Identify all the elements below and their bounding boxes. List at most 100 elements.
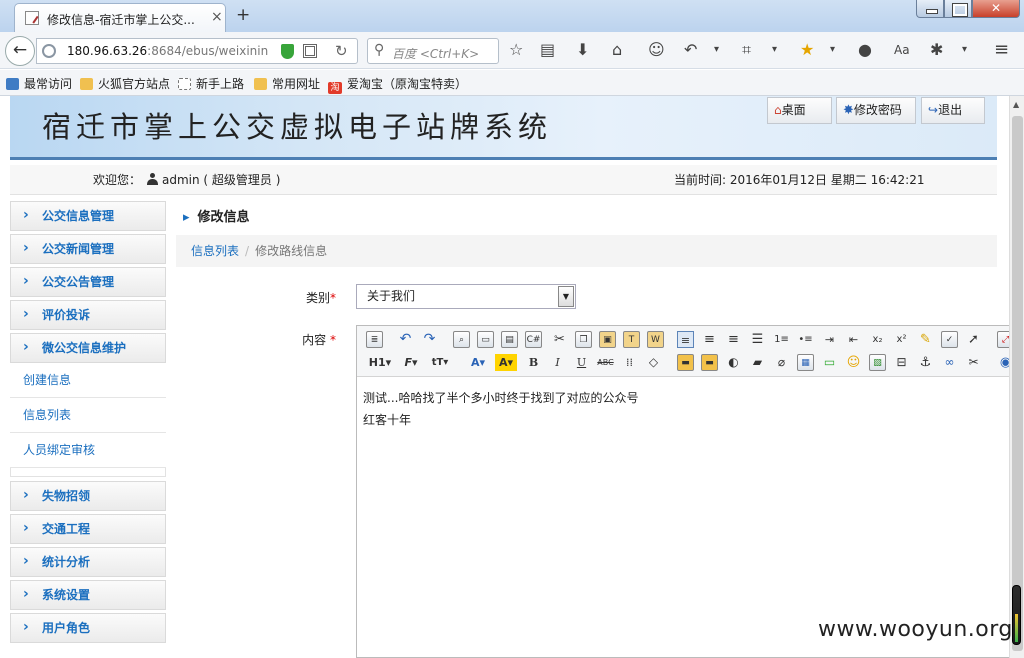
scroll-up-icon[interactable]: ▲ — [1013, 100, 1019, 109]
breadcrumb-link-info-list[interactable]: 信息列表 — [191, 244, 239, 258]
template-icon[interactable]: ▤ — [501, 331, 518, 348]
superscript-icon[interactable]: x² — [893, 331, 910, 348]
underline-icon[interactable]: U — [573, 354, 590, 371]
menu-complaints[interactable]: 评价投诉 — [10, 300, 166, 330]
pointer-icon[interactable]: ➚ — [965, 331, 982, 348]
window-minimize-button[interactable] — [916, 0, 944, 18]
ordered-list-icon[interactable]: 1≡ — [773, 331, 790, 348]
chat-bubble-icon[interactable]: ● — [858, 41, 872, 59]
reload-icon[interactable]: ↻ — [335, 42, 348, 60]
flash-icon[interactable]: ◐ — [725, 354, 742, 371]
menu-user-roles[interactable]: 用户角色 — [10, 613, 166, 643]
align-center-icon[interactable]: ≡ — [701, 331, 718, 348]
dropdown-arrow-icon[interactable]: ▾ — [962, 41, 967, 59]
horizontal-rule-icon[interactable]: ⁞⁞ — [621, 354, 638, 371]
bookmark-most-visited[interactable]: 最常访问 — [6, 75, 72, 92]
copy-icon[interactable]: ❐ — [575, 331, 592, 348]
smiley-icon[interactable]: ☺ — [845, 354, 862, 371]
cut-icon[interactable]: ✂ — [551, 331, 568, 348]
qr-code-icon[interactable] — [303, 44, 317, 58]
heading-dropdown-icon[interactable]: H1▾ — [365, 354, 395, 371]
insert-row-icon[interactable]: ▭ — [821, 354, 838, 371]
bookmark-common-sites[interactable]: 常用网址 — [254, 75, 320, 92]
font-size-dropdown-icon[interactable]: tT▾ — [427, 354, 453, 371]
align-left-icon[interactable]: ≡ — [677, 331, 694, 348]
select-all-icon[interactable]: ✓ — [941, 331, 958, 348]
undo-icon[interactable]: ↶ — [397, 331, 414, 348]
paste-icon[interactable]: ▣ — [599, 331, 616, 348]
indent-icon[interactable]: ⇥ — [821, 331, 838, 348]
scrollbar-thumb[interactable] — [1012, 116, 1023, 651]
italic-icon[interactable]: I — [549, 354, 566, 371]
submenu-create-info[interactable]: 创建信息 — [10, 363, 166, 398]
logout-button[interactable]: ↪退出 — [921, 97, 985, 124]
translate-icon[interactable]: Aa — [894, 41, 910, 59]
address-bar[interactable]: 180.96.63.26:8684/ebus/weixinin ↻ — [36, 38, 358, 64]
editor-content[interactable]: 测试...哈哈找了半个多小时终于找到了对应的公众号 红客十年 — [363, 387, 638, 431]
bold-icon[interactable]: B — [525, 354, 542, 371]
window-close-button[interactable]: ✕ — [972, 0, 1020, 18]
dropdown-arrow-icon[interactable]: ▾ — [830, 41, 835, 59]
home-icon[interactable]: ⌂ — [612, 41, 622, 59]
emoji-icon[interactable]: ☺ — [648, 41, 665, 59]
new-tab-button[interactable]: + — [236, 5, 250, 25]
change-password-button[interactable]: ✸修改密码 — [836, 97, 916, 124]
desktop-button[interactable]: ⌂桌面 — [767, 97, 832, 124]
font-color-icon[interactable]: A▾ — [467, 354, 489, 371]
clear-format-icon[interactable]: ✎ — [917, 331, 934, 348]
bookmark-aitaobao[interactable]: 淘爱淘宝（原淘宝特卖） — [328, 75, 467, 94]
highlight-color-icon[interactable]: A▾ — [495, 354, 517, 371]
menu-lost-found[interactable]: 失物招领 — [10, 481, 166, 511]
paste-text-icon[interactable]: T — [623, 331, 640, 348]
dropdown-arrow-icon[interactable]: ▾ — [772, 41, 777, 59]
subscript-icon[interactable]: x₂ — [869, 331, 886, 348]
dropdown-arrow-icon[interactable]: ▾ — [714, 41, 719, 59]
menu-wechat-info[interactable]: 微公交信息维护 — [10, 333, 166, 363]
menu-bus-info[interactable]: 公交信息管理 — [10, 201, 166, 231]
bug-icon[interactable]: ✱ — [930, 41, 943, 59]
table-icon[interactable]: ▦ — [797, 354, 814, 371]
menu-traffic-engineering[interactable]: 交通工程 — [10, 514, 166, 544]
font-family-dropdown-icon[interactable]: F▾ — [399, 354, 423, 371]
attachment-icon[interactable]: ⌀ — [773, 354, 790, 371]
multi-image-icon[interactable]: ▬ — [701, 354, 718, 371]
menu-bus-news[interactable]: 公交新闻管理 — [10, 234, 166, 264]
submenu-info-list[interactable]: 信息列表 — [10, 398, 166, 433]
download-icon[interactable]: ⬇ — [576, 41, 589, 59]
link-icon[interactable]: ∞ — [941, 354, 958, 371]
align-justify-icon[interactable]: ☰ — [749, 331, 766, 348]
anchor-icon[interactable]: ⚓ — [917, 354, 934, 371]
search-box[interactable]: ⚲ 百度 <Ctrl+K> — [367, 38, 499, 64]
preview-icon[interactable]: ⌕ — [453, 331, 470, 348]
paste-word-icon[interactable]: W — [647, 331, 664, 348]
submenu-binding-review[interactable]: 人员绑定审核 — [10, 433, 166, 468]
page-scrollbar[interactable]: ▲ — [1009, 96, 1024, 658]
unordered-list-icon[interactable]: •≡ — [797, 331, 814, 348]
print-icon[interactable]: ▭ — [477, 331, 494, 348]
bookmark-getting-started[interactable]: 新手上路 — [178, 75, 244, 92]
crop-icon[interactable]: ⌗ — [742, 41, 751, 59]
chevron-down-icon[interactable]: ▼ — [558, 286, 574, 307]
menu-hamburger-icon[interactable]: ≡ — [994, 41, 1009, 59]
menu-system-settings[interactable]: 系统设置 — [10, 580, 166, 610]
page-break-icon[interactable]: ⊟ — [893, 354, 910, 371]
category-select[interactable]: 关于我们 ▼ — [356, 284, 576, 309]
favorites-star-icon[interactable]: ★ — [800, 41, 814, 59]
media-icon[interactable]: ▰ — [749, 354, 766, 371]
align-right-icon[interactable]: ≡ — [725, 331, 742, 348]
menu-bus-announcement[interactable]: 公交公告管理 — [10, 267, 166, 297]
eraser-icon[interactable]: ◇ — [645, 354, 662, 371]
bookmark-firefox-site[interactable]: 火狐官方站点 — [80, 75, 170, 92]
browser-tab[interactable]: 修改信息-宿迁市掌上公交... × — [14, 3, 226, 32]
back-button[interactable]: ← — [5, 36, 35, 66]
rich-text-editor[interactable]: ≣ ↶ ↷ ⌕ ▭ ▤ C# ✂ ❐ ▣ T W ≡ ≡ ≡ ☰ 1≡ •≡ ⇥… — [356, 325, 1024, 658]
source-code-icon[interactable]: ≣ — [366, 331, 383, 348]
redo-icon[interactable]: ↷ — [421, 331, 438, 348]
shield-icon[interactable] — [281, 44, 294, 59]
menu-statistics[interactable]: 统计分析 — [10, 547, 166, 577]
unlink-icon[interactable]: ✂ — [965, 354, 982, 371]
outdent-icon[interactable]: ⇤ — [845, 331, 862, 348]
map-icon[interactable]: ▧ — [869, 354, 886, 371]
reading-list-icon[interactable]: ▤ — [540, 41, 555, 59]
window-maximize-button[interactable] — [944, 0, 972, 18]
